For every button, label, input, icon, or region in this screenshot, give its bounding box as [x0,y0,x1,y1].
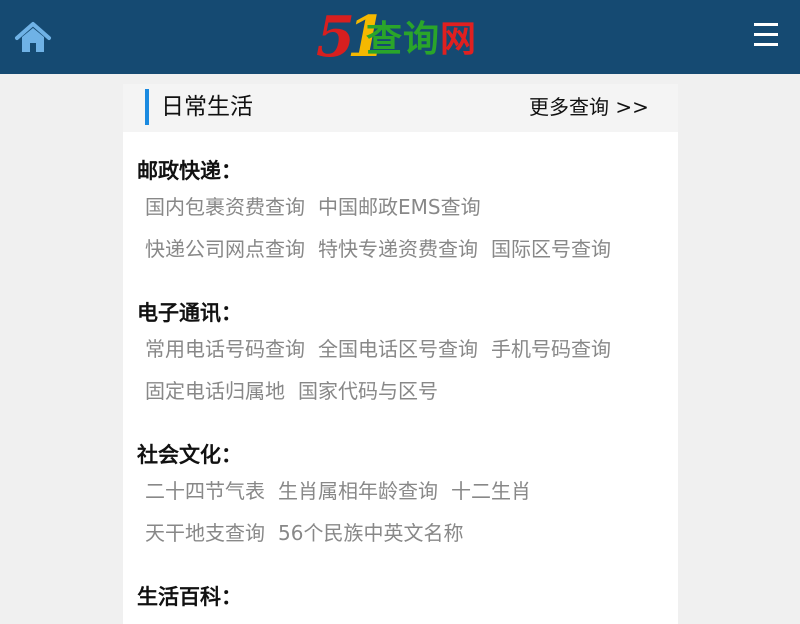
title-accent-bar [145,89,149,125]
section-postal: 邮政快递： 国内包裹资费查询 中国邮政EMS查询 快递公司网点查询 特快专递资费查询… [137,156,667,270]
link-international-code[interactable]: 国际区号查询 [491,237,611,261]
section-telecom: 电子通讯： 常用电话号码查询 全国电话区号查询 手机号码查询 固定电话归属地 国家代码… [137,298,667,412]
site-logo[interactable]: 51 查询网 [314,8,490,68]
link-landline-location[interactable]: 固定电话归属地 [145,379,285,403]
link-common-phone-numbers[interactable]: 常用电话号码查询 [145,337,305,361]
link-domestic-parcel-fee[interactable]: 国内包裹资费查询 [145,195,305,219]
logo-char-xun: 询 [403,19,441,60]
link-solar-terms[interactable]: 二十四节气表 [145,479,265,503]
link-row: 固定电话归属地 国家代码与区号 [137,370,667,412]
link-country-codes[interactable]: 国家代码与区号 [298,379,438,403]
link-ems-query[interactable]: 中国邮政EMS查询 [318,195,481,219]
section-title: 社会文化： [137,443,242,467]
link-row: 天干地支查询 56个民族中英文名称 [137,512,667,554]
link-row: 常用电话号码查询 全国电话区号查询 手机号码查询 [137,328,667,370]
menu-button[interactable] [749,18,783,52]
logo-char-cha: 查 [366,19,404,60]
logo-char-wang: 网 [440,19,478,60]
section-culture: 社会文化： 二十四节气表 生肖属相年龄查询 十二生肖 天干地支查询 56个民族中英文名… [137,440,667,554]
link-twelve-zodiac[interactable]: 十二生肖 [451,479,531,503]
home-icon [15,22,51,52]
card-header: 日常生活 更多查询 >> [123,84,678,132]
link-stems-branches[interactable]: 天干地支查询 [145,521,265,545]
link-zodiac-age[interactable]: 生肖属相年龄查询 [278,479,438,503]
daily-life-card: 日常生活 更多查询 >> 邮政快递： 国内包裹资费查询 中国邮政EMS查询 快递公… [123,84,678,624]
link-courier-outlets[interactable]: 快递公司网点查询 [145,237,305,261]
section-title: 邮政快递： [137,159,242,183]
link-row: 快递公司网点查询 特快专递资费查询 国际区号查询 [137,228,667,270]
logo-digit-five: 5 [316,4,355,70]
link-express-fee[interactable]: 特快专递资费查询 [318,237,478,261]
section-encyclopedia: 生活百科： [137,582,667,612]
link-ethnic-groups[interactable]: 56个民族中英文名称 [278,521,463,545]
card-title: 日常生活 [161,94,253,120]
link-area-codes[interactable]: 全国电话区号查询 [318,337,478,361]
link-row: 二十四节气表 生肖属相年龄查询 十二生肖 [137,470,667,512]
top-bar: 51 查询网 [0,0,800,74]
section-title: 生活百科： [137,585,242,609]
link-mobile-number[interactable]: 手机号码查询 [491,337,611,361]
logo-wordmark: 查询网 [366,18,477,62]
more-queries-link[interactable]: 更多查询 >> [529,94,649,120]
hamburger-menu-icon [754,23,778,46]
link-row: 国内包裹资费查询 中国邮政EMS查询 [137,186,667,228]
home-button[interactable] [13,20,53,56]
section-title: 电子通讯： [137,301,242,325]
